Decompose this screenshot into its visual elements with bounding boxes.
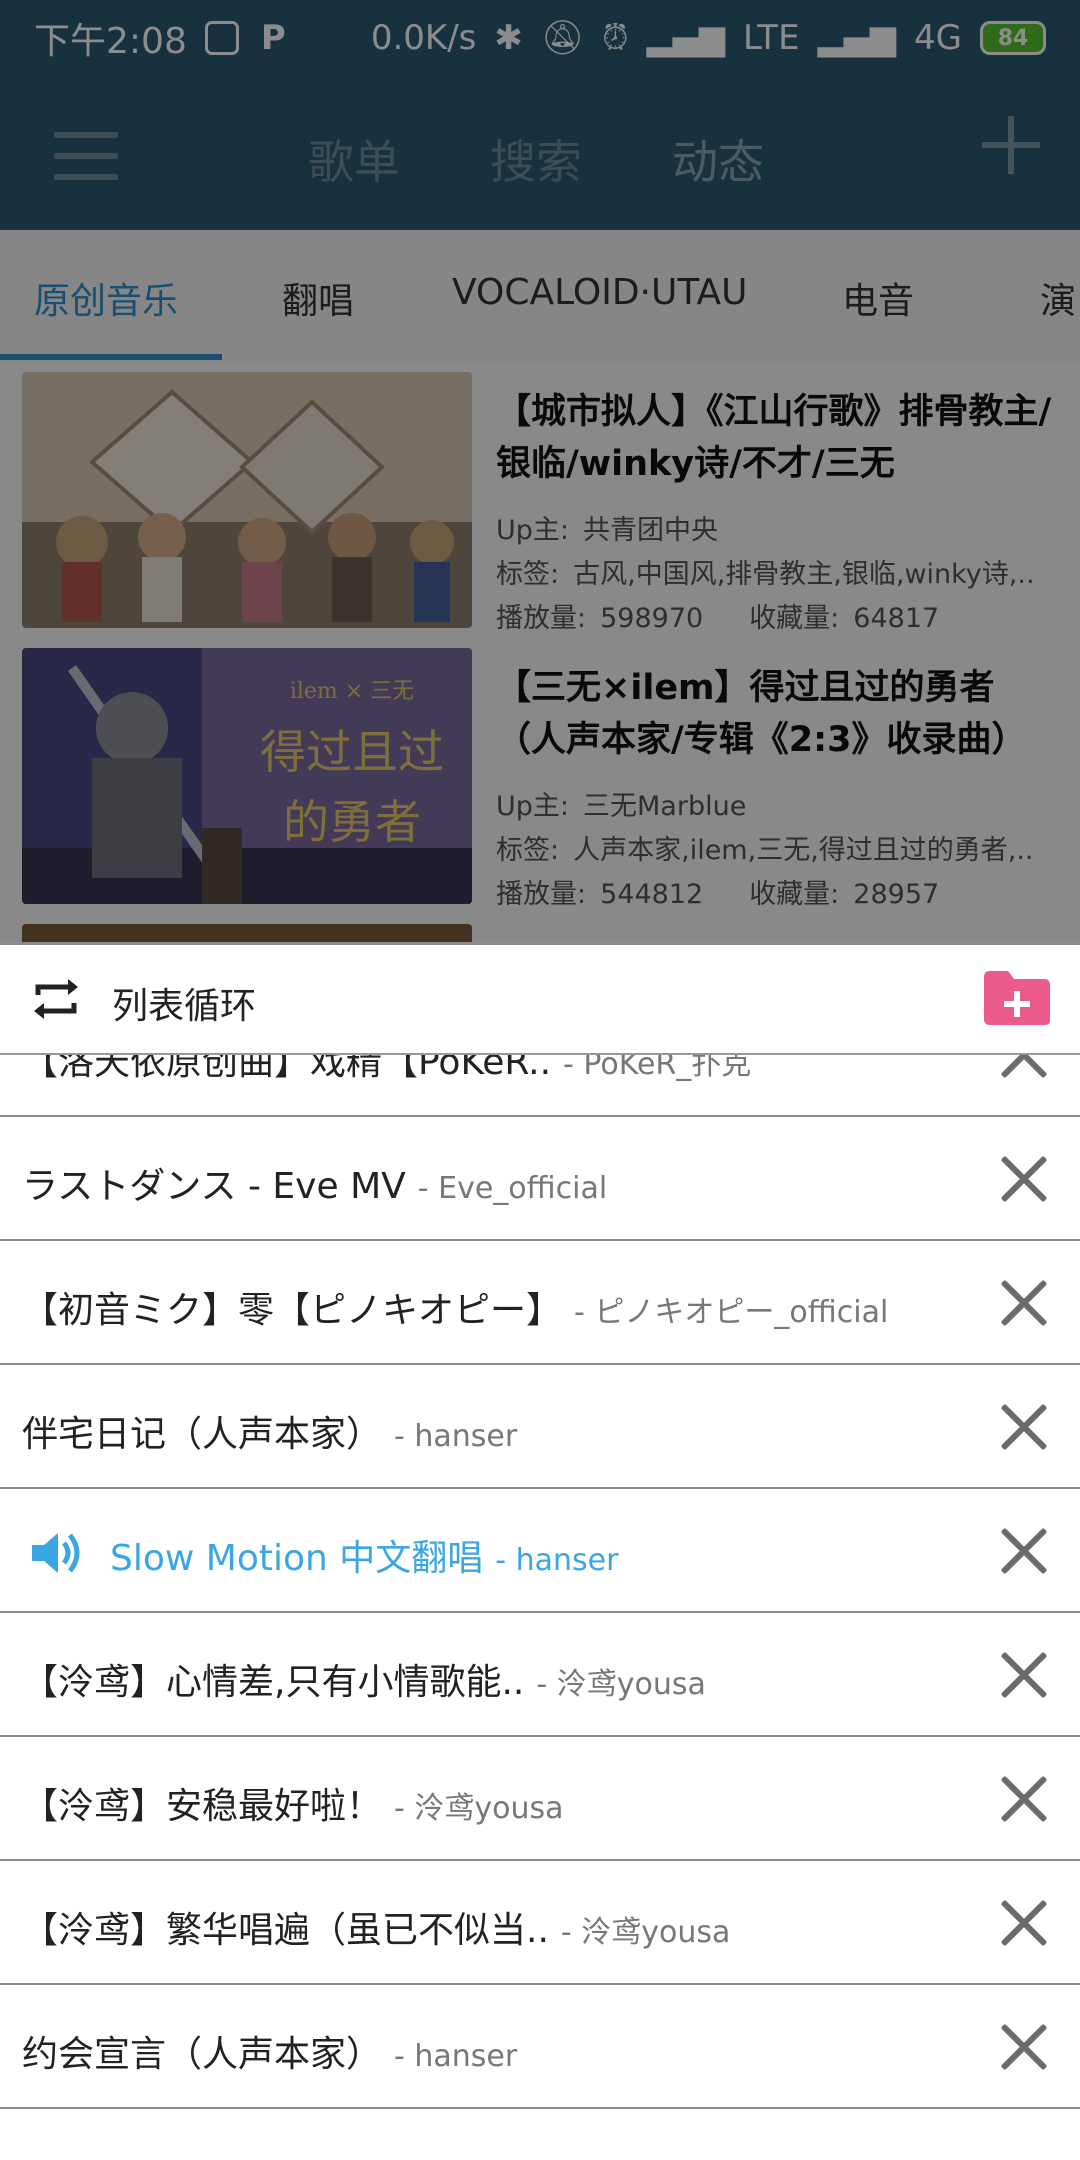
song-artist: - Eve_official <box>417 1171 608 1206</box>
playlist-item-title: 【初音ミク】零【ピノキオピー】 - ピノキオピー_official <box>22 1281 888 1333</box>
song-title: Slow Motion 中文翻唱 <box>110 1538 484 1579</box>
playlist-item[interactable]: 【洛天依原创曲】戏精【PoKeR.. - PoKeR_扑克 <box>0 1055 1080 1117</box>
song-title: 【泠鸢】繁华唱遍（虽已不似当.. <box>22 1910 549 1951</box>
playlist-item[interactable]: 【初音ミク】零【ピノキオピー】 - ピノキオピー_official <box>0 1241 1080 1365</box>
song-artist: - PoKeR_扑克 <box>563 1055 752 1082</box>
playlist-item-playing[interactable]: Slow Motion 中文翻唱 - hanser <box>0 1489 1080 1613</box>
playlist-item[interactable]: 伴宅日记（人声本家） - hanser <box>0 1365 1080 1489</box>
song-artist: - 泠鸢yousa <box>536 1667 706 1702</box>
dim-overlay[interactable] <box>0 0 1080 945</box>
playlist: 【洛天依原创曲】戏精【PoKeR.. - PoKeR_扑克ラストダンス - Eve… <box>0 1055 1080 2160</box>
remove-icon[interactable] <box>1000 1527 1048 1575</box>
playlist-item-title: 约会宣言（人声本家） - hanser <box>22 2025 517 2077</box>
repeat-icon[interactable] <box>30 973 82 1025</box>
playlist-item-title: Slow Motion 中文翻唱 - hanser <box>110 1529 618 1581</box>
playlist-item-title: 【泠鸢】安稳最好啦！ - 泠鸢yousa <box>22 1777 564 1829</box>
song-title: 【洛天依原创曲】戏精【PoKeR.. <box>22 1055 552 1083</box>
song-artist: - 泠鸢yousa <box>394 1791 564 1826</box>
song-artist: - hanser <box>495 1543 619 1578</box>
playlist-item-title: 【泠鸢】心情差,只有小情歌能.. - 泠鸢yousa <box>22 1653 706 1705</box>
remove-icon[interactable] <box>1000 1055 1048 1079</box>
playlist-sheet: 列表循环 【洛天依原创曲】戏精【PoKeR.. - PoKeR_扑克ラストダンス … <box>0 945 1080 2160</box>
playlist-item-title: ラストダンス - Eve MV - Eve_official <box>22 1157 607 1209</box>
play-mode-label[interactable]: 列表循环 <box>112 977 256 1029</box>
sheet-header: 列表循环 <box>0 945 1080 1055</box>
song-artist: - hanser <box>394 1419 518 1454</box>
playlist-item[interactable]: 约会宣言（人声本家） - hanser <box>0 1985 1080 2109</box>
song-title: 约会宣言（人声本家） <box>22 2034 383 2075</box>
speaker-icon <box>32 1533 80 1573</box>
song-title: 【泠鸢】安稳最好啦！ <box>22 1786 383 1827</box>
playlist-item[interactable]: 【泠鸢】安稳最好啦！ - 泠鸢yousa <box>0 1737 1080 1861</box>
playlist-item-title: 【泠鸢】繁华唱遍（虽已不似当.. - 泠鸢yousa <box>22 1901 730 1953</box>
playlist-item[interactable]: ラストダンス - Eve MV - Eve_official <box>0 1117 1080 1241</box>
song-artist: - hanser <box>394 2039 518 2074</box>
playlist-item-title: 伴宅日记（人声本家） - hanser <box>22 1405 517 1457</box>
remove-icon[interactable] <box>1000 1155 1048 1203</box>
song-artist: - ピノキオピー_official <box>574 1295 889 1330</box>
remove-icon[interactable] <box>1000 1651 1048 1699</box>
remove-icon[interactable] <box>1000 1279 1048 1327</box>
remove-icon[interactable] <box>1000 2023 1048 2071</box>
song-title: 【泠鸢】心情差,只有小情歌能.. <box>22 1662 525 1703</box>
song-artist: - 泠鸢yousa <box>560 1915 731 1950</box>
playlist-item-title: 【洛天依原创曲】戏精【PoKeR.. - PoKeR_扑克 <box>22 1055 751 1085</box>
song-title: 【初音ミク】零【ピノキオピー】 <box>22 1290 563 1331</box>
remove-icon[interactable] <box>1000 1403 1048 1451</box>
remove-icon[interactable] <box>1000 1899 1048 1947</box>
remove-icon[interactable] <box>1000 1775 1048 1823</box>
playlist-item[interactable]: 【泠鸢】心情差,只有小情歌能.. - 泠鸢yousa <box>0 1613 1080 1737</box>
add-to-folder-icon[interactable] <box>982 969 1052 1027</box>
playlist-item[interactable]: 【泠鸢】繁华唱遍（虽已不似当.. - 泠鸢yousa <box>0 1861 1080 1985</box>
song-title: 伴宅日记（人声本家） <box>22 1414 383 1455</box>
song-title: ラストダンス - Eve MV <box>22 1166 406 1207</box>
